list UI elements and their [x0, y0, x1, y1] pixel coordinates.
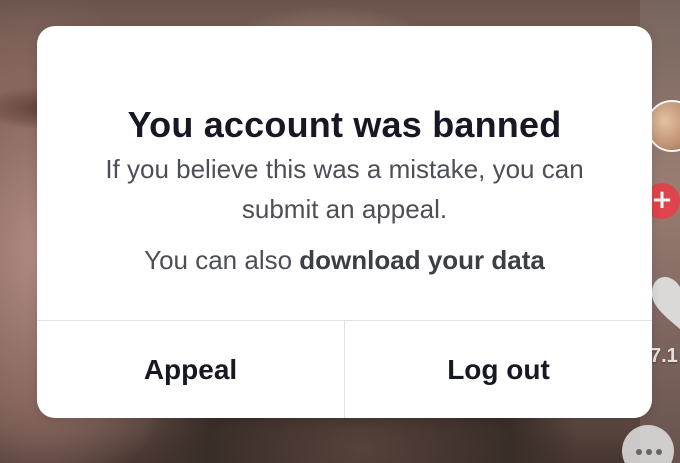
download-data-link[interactable]: download your data — [299, 245, 545, 275]
logout-button[interactable]: Log out — [344, 321, 652, 418]
dialog-message: If you believe this was a mistake, you c… — [105, 154, 584, 224]
ban-dialog: You account was banned If you believe th… — [37, 26, 652, 418]
download-data-line: You can also download your data — [57, 243, 632, 277]
appeal-button[interactable]: Appeal — [37, 321, 344, 418]
dialog-actions: Appeal Log out — [37, 320, 652, 418]
download-data-prefix: You can also — [144, 245, 300, 275]
dialog-title: You account was banned — [127, 104, 562, 145]
